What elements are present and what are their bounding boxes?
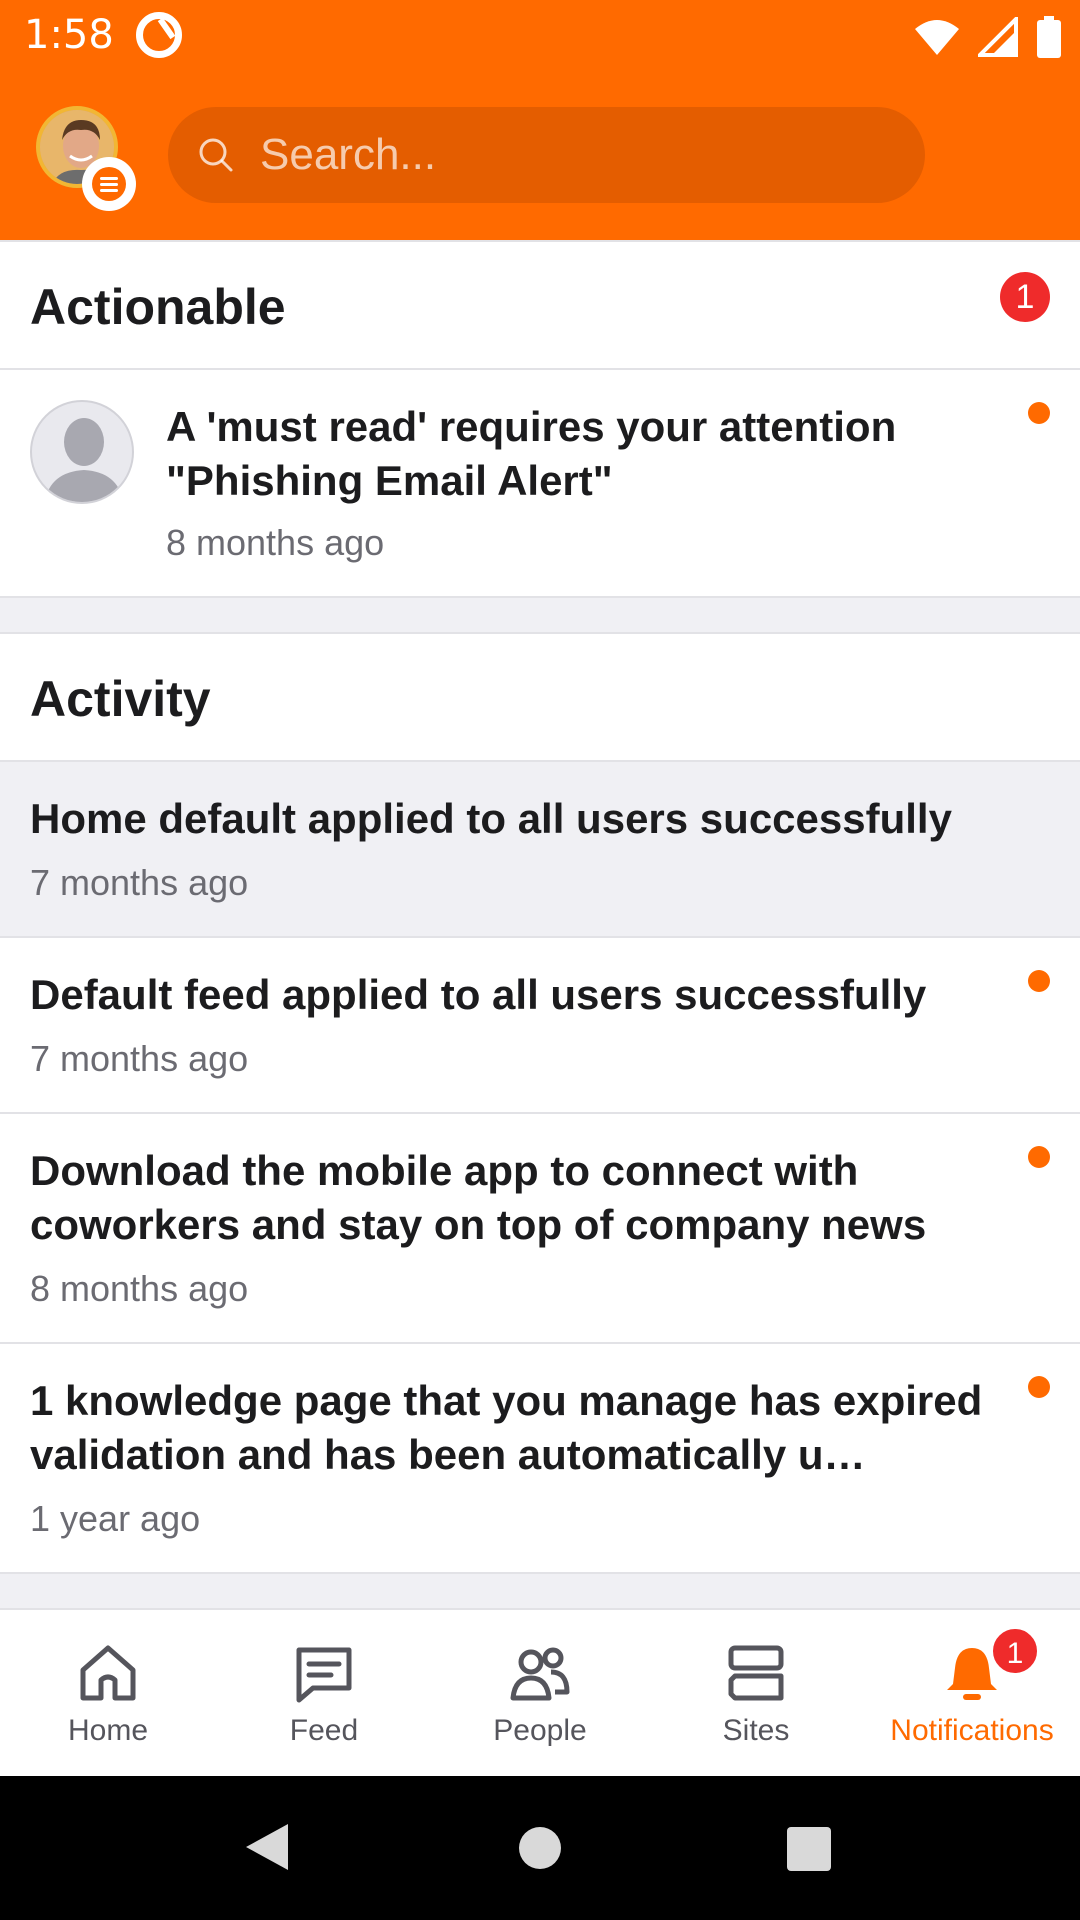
unread-dot <box>1028 970 1050 992</box>
nav-people[interactable]: People <box>432 1610 648 1776</box>
item-time: 8 months ago <box>166 522 385 563</box>
unread-dot <box>1028 1146 1050 1168</box>
home-circle-icon[interactable] <box>518 1826 562 1870</box>
nav-label: Sites <box>722 1714 790 1747</box>
activity-item[interactable]: Home default applied to all users succes… <box>0 762 1080 938</box>
item-text: A 'must read' requires your attention "P… <box>166 403 897 504</box>
status-time: 1:58 <box>24 12 114 58</box>
section-title: Activity <box>30 671 211 727</box>
item-text: 1 knowledge page that you manage has exp… <box>30 1377 983 1478</box>
activity-item[interactable]: 1 knowledge page that you manage has exp… <box>0 1344 1080 1574</box>
recents-icon[interactable] <box>786 1826 832 1872</box>
nav-label: Feed <box>289 1714 359 1747</box>
notification-app-icon <box>136 12 182 58</box>
nav-label: People <box>493 1714 587 1747</box>
hamburger-icon <box>92 167 126 201</box>
search-icon <box>199 138 233 172</box>
system-navigation-bar <box>0 1776 1080 1920</box>
nav-notifications[interactable]: 1 Notifications <box>864 1610 1080 1776</box>
bottom-navigation: Home Feed People Sites 1 Notifications <box>0 1608 1080 1776</box>
cell-signal-icon <box>978 17 1018 57</box>
app-header: Search... <box>0 72 1080 240</box>
nav-label: Home <box>67 1714 149 1747</box>
feed-icon <box>296 1647 352 1703</box>
actionable-header: Actionable 1 <box>0 240 1080 370</box>
activity-header: Activity <box>0 632 1080 762</box>
person-placeholder-icon <box>44 418 124 502</box>
menu-button[interactable] <box>82 157 136 211</box>
item-time: 7 months ago <box>30 1038 249 1079</box>
item-time: 1 year ago <box>30 1498 201 1539</box>
activity-item[interactable]: Default feed applied to all users succes… <box>0 938 1080 1114</box>
item-time: 8 months ago <box>30 1268 249 1309</box>
item-text: Default feed applied to all users succes… <box>30 971 927 1018</box>
nav-feed[interactable]: Feed <box>216 1610 432 1776</box>
unread-dot <box>1028 402 1050 424</box>
item-text: Download the mobile app to connect with … <box>30 1147 927 1248</box>
item-text: Home default applied to all users succes… <box>30 795 952 842</box>
activity-item[interactable]: Download the mobile app to connect with … <box>0 1114 1080 1344</box>
wifi-icon <box>915 20 959 55</box>
notification-count-badge: 1 <box>990 1626 1040 1676</box>
sites-icon <box>728 1645 784 1701</box>
nav-label: Notifications <box>890 1714 1054 1747</box>
unread-dot <box>1028 1376 1050 1398</box>
item-time: 7 months ago <box>30 862 249 903</box>
system-icons <box>914 16 1062 58</box>
people-icon <box>510 1647 570 1701</box>
nav-sites[interactable]: Sites <box>648 1610 864 1776</box>
actionable-item[interactable]: A 'must read' requires your attention "P… <box>0 370 1080 598</box>
nav-home[interactable]: Home <box>0 1610 216 1776</box>
back-icon[interactable] <box>244 1822 290 1872</box>
search-input[interactable]: Search... <box>168 107 925 203</box>
person-avatar <box>30 400 134 504</box>
status-bar: 1:58 <box>0 0 1080 72</box>
home-icon <box>80 1645 136 1701</box>
actionable-count-badge: 1 <box>1000 272 1050 322</box>
list-end-band <box>0 1574 1080 1608</box>
search-placeholder: Search... <box>260 130 437 179</box>
section-divider <box>0 598 1080 632</box>
section-title: Actionable <box>30 279 286 335</box>
battery-icon <box>1037 16 1061 58</box>
